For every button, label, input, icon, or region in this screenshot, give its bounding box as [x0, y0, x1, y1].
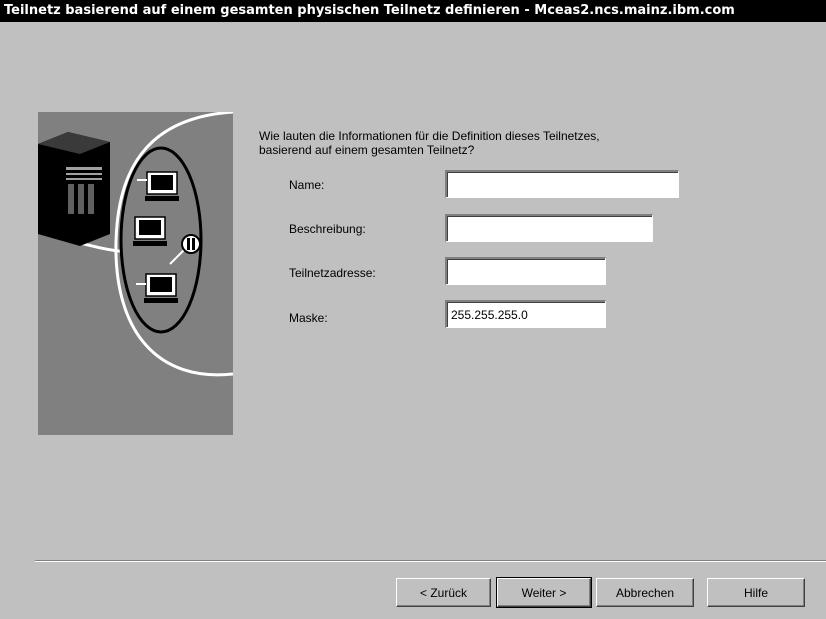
back-button[interactable]: < Zurück: [396, 578, 491, 607]
window-title: Teilnetz basierend auf einem gesamten ph…: [0, 0, 826, 22]
instruction-text: Wie lauten die Informationen für die Def…: [259, 129, 739, 157]
computer-icon: [133, 216, 167, 246]
subnet-address-label: Teilnetzadresse:: [289, 266, 376, 280]
description-field[interactable]: [445, 214, 653, 242]
name-label: Name:: [289, 178, 325, 192]
button-separator: [35, 560, 826, 562]
cancel-button[interactable]: Abbrechen: [596, 578, 694, 607]
mask-label: Maske:: [289, 311, 328, 325]
server-icon: [38, 132, 110, 246]
mask-field[interactable]: [445, 300, 606, 328]
instruction-line-1: Wie lauten die Informationen für die Def…: [259, 129, 600, 143]
description-label: Beschreibung:: [289, 222, 366, 236]
instruction-line-2: basierend auf einem gesamten Teilnetz?: [259, 143, 475, 157]
network-illustration: [38, 112, 233, 435]
next-button[interactable]: Weiter >: [496, 577, 592, 608]
help-button[interactable]: Hilfe: [707, 578, 805, 607]
name-field[interactable]: [445, 170, 679, 198]
subnet-address-field[interactable]: [445, 257, 606, 285]
